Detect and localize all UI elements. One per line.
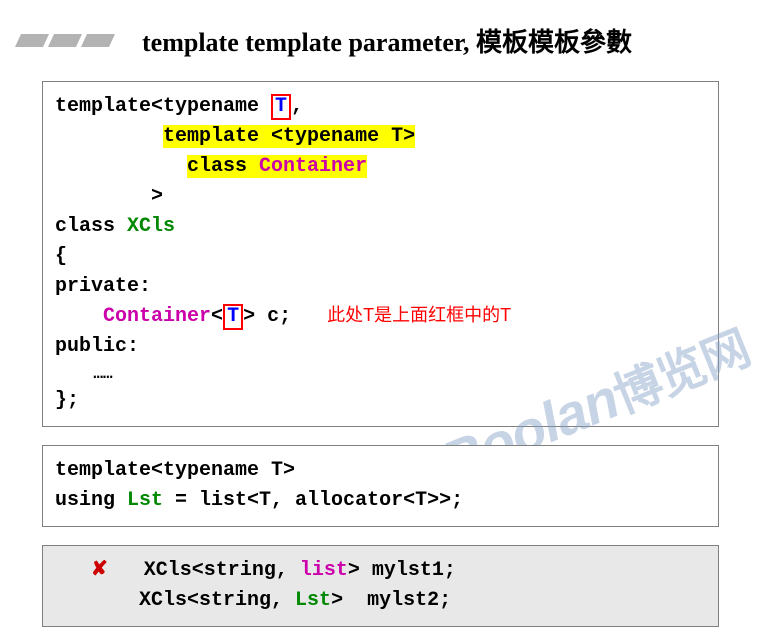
stripe-icon [81, 34, 115, 47]
code-line: private: [55, 272, 706, 302]
code-text: , [291, 95, 303, 118]
error-x-icon: ✘ [91, 559, 108, 582]
code-block-3: ✘ XCls<string, list> mylst1; XCls<string… [42, 545, 719, 627]
indent [55, 305, 103, 328]
code-line: XCls<string, Lst> mylst2; [55, 586, 706, 616]
indent [55, 589, 139, 612]
red-box-T: T [223, 304, 243, 330]
keyword-class: class [55, 215, 127, 238]
type-list: list [300, 559, 348, 582]
code-line: public: [55, 332, 706, 362]
code-line: …… [55, 362, 706, 386]
code-text: template <typename T> [163, 125, 415, 148]
code-block-1: template<typename T, template <typename … [42, 81, 719, 427]
stripe-icon [48, 34, 82, 47]
classname-xcls: XCls [127, 215, 175, 238]
code-text: template<typename [55, 95, 271, 118]
yellow-highlight: class Container [187, 155, 367, 178]
type-container: Container [259, 155, 367, 178]
code-block-2: template<typename T> using Lst = list<T,… [42, 445, 719, 527]
code-line: ✘ XCls<string, list> mylst1; [55, 556, 706, 586]
spacer [291, 305, 327, 328]
code-text: class [187, 155, 259, 178]
spacer [108, 559, 144, 582]
code-text: XCls<string, [144, 559, 300, 582]
code-line: template<typename T> [55, 456, 706, 486]
code-text: = list<T, allocator<T>>; [163, 489, 463, 512]
code-text: > mylst1; [348, 559, 456, 582]
annotation-text: 此处T是上面红框中的T [327, 305, 511, 325]
code-line: template<typename T, [55, 92, 706, 122]
header-stripes [18, 34, 112, 47]
code-text: XCls<string, [139, 589, 295, 612]
code-line: class XCls [55, 212, 706, 242]
alias-lst: Lst [295, 589, 331, 612]
type-container: Container [103, 305, 211, 328]
slide-header: template template parameter, 模板模板參數 [0, 0, 761, 59]
indent [55, 125, 163, 148]
indent [55, 155, 187, 178]
code-line: using Lst = list<T, allocator<T>>; [55, 486, 706, 516]
indent [55, 559, 91, 582]
code-line: > [55, 182, 706, 212]
code-text: > mylst2; [331, 589, 451, 612]
code-line: template <typename T> [55, 122, 706, 152]
code-text: < [211, 305, 223, 328]
keyword-using: using [55, 489, 127, 512]
code-line: { [55, 242, 706, 272]
code-line: }; [55, 386, 706, 416]
highlighted-T: T [227, 305, 239, 328]
page-title: template template parameter, 模板模板參數 [142, 22, 632, 59]
code-text: > c; [243, 305, 291, 328]
code-line: Container<T> c; 此处T是上面红框中的T [55, 302, 706, 332]
red-box-T: T [271, 94, 291, 120]
alias-lst: Lst [127, 489, 163, 512]
stripe-icon [15, 34, 49, 47]
code-line: class Container [55, 152, 706, 182]
highlighted-T: T [275, 95, 287, 118]
yellow-highlight: template <typename T> [163, 125, 415, 148]
